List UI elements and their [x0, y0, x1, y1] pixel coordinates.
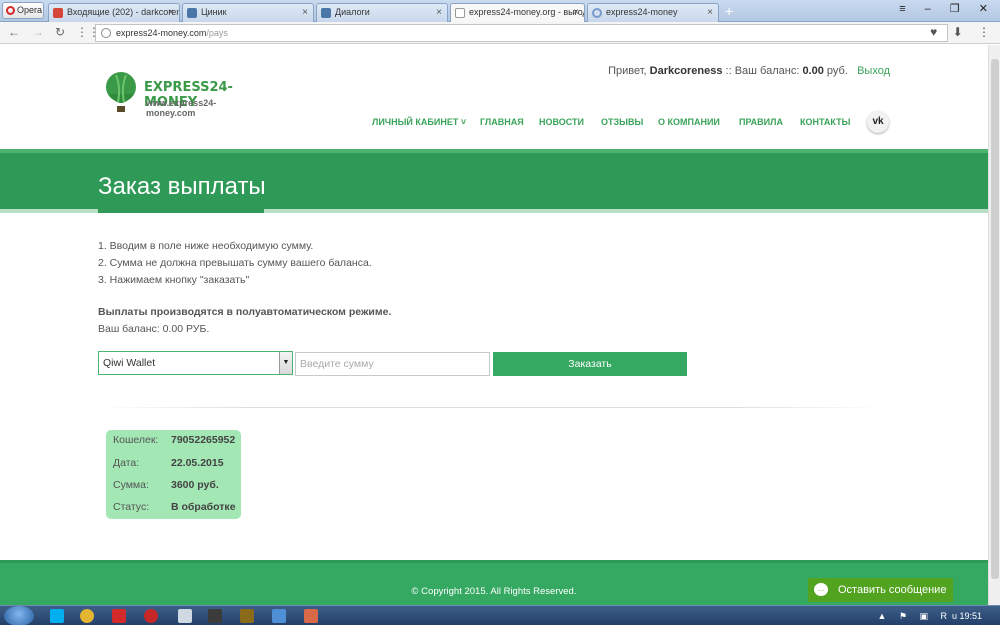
user-info: Привет, Darkcoreness :: Ваш баланс: 0.00… [608, 65, 890, 77]
payout-value: В обработке [171, 501, 236, 513]
page-title-banner: Заказ выплаты [0, 149, 988, 209]
opera-menu-button[interactable]: Opera [2, 2, 44, 19]
opera-menu-label: Opera [17, 5, 43, 15]
forward-arrow-icon[interactable]: → [32, 25, 44, 39]
browser-tab-cynic[interactable]: Циник × [182, 3, 314, 22]
order-button[interactable]: Заказать [493, 352, 687, 376]
site-logo[interactable]: EXPRESS24-MONEY www.express24-money.com [104, 72, 264, 118]
nav-item-rules[interactable]: ПРАВИЛА [739, 117, 783, 127]
wallet-selected-value: Qiwi Wallet [103, 357, 156, 369]
app-icon[interactable] [208, 609, 222, 623]
username: Darkcoreness [649, 65, 723, 77]
nav-item-news[interactable]: НОВОСТИ [539, 117, 584, 127]
url-path: /pays [206, 28, 228, 38]
instructions-list: 1. Вводим в поле ниже необходимую сумму.… [98, 238, 372, 289]
instruction-step: 3. Нажимаем кнопку "заказать" [98, 274, 250, 286]
tab-label: Циник [201, 7, 227, 17]
nav-item-contacts[interactable]: КОНТАКТЫ [800, 117, 850, 127]
vk-favicon-icon [187, 8, 197, 18]
start-button[interactable] [4, 606, 34, 625]
taskbar-clock[interactable]: 19:51 [959, 611, 982, 621]
balance-currency: руб. [826, 65, 848, 77]
separator: :: [725, 65, 732, 77]
browser-tab-express-org[interactable]: express24-money.org - выгодно × [450, 3, 585, 22]
opera-logo-icon [6, 6, 15, 15]
payout-key: Кошелек: [113, 434, 159, 446]
close-icon[interactable]: × [436, 4, 442, 21]
website: EXPRESS24-MONEY www.express24-money.com … [0, 45, 988, 605]
dropdown-arrow-icon[interactable]: ▼ [279, 352, 292, 374]
browser-action-icons[interactable]: ♥ ⬇ ⋮ [930, 25, 996, 39]
nav-item-home[interactable]: ГЛАВНАЯ [480, 117, 524, 127]
close-icon[interactable]: × [573, 4, 579, 21]
reload-icon[interactable]: ↻ [55, 25, 65, 39]
logout-link[interactable]: Выход [857, 65, 890, 77]
vk-favicon-icon [321, 8, 331, 18]
tab-label: express24-money.org - выгодно [469, 7, 585, 17]
chrome-icon[interactable] [80, 609, 94, 623]
skype-icon[interactable] [50, 609, 64, 623]
close-icon[interactable]: × [168, 4, 174, 21]
tab-label: Входящие (202) - darkcoreness [67, 7, 180, 17]
instruction-step: 2. Сумма не должна превышать сумму вашег… [98, 257, 372, 269]
app-icon[interactable] [272, 609, 286, 623]
amount-input[interactable] [295, 352, 490, 376]
browser-tab-gmail[interactable]: Входящие (202) - darkcoreness × [48, 3, 180, 22]
browser-tab-express-money[interactable]: express24-money × [587, 3, 719, 22]
browser-address-bar: ← → ↻ ⋮⋮ express24-money.com/pays ♥ ⬇ ⋮ [0, 22, 1000, 44]
gmail-icon [53, 8, 63, 18]
wallet-select[interactable]: Qiwi Wallet ▼ [98, 351, 293, 375]
payout-card: Кошелек: 79052265952 Дата: 22.05.2015 Су… [106, 430, 241, 519]
yandex-icon[interactable] [112, 609, 126, 623]
app-icon[interactable] [240, 609, 254, 623]
back-arrow-icon[interactable]: ← [8, 25, 20, 39]
scrollbar-thumb[interactable] [991, 59, 999, 579]
leave-message-button[interactable]: … Оставить сообщение [808, 578, 953, 602]
payout-key: Сумма: [113, 479, 149, 491]
nav-item-cabinet[interactable]: ЛИЧНЫЙ КАБИНЕТ ˅ [372, 117, 466, 127]
close-icon[interactable]: × [302, 4, 308, 21]
chat-bubble-icon: … [814, 583, 828, 596]
url-host: express24-money.com [116, 28, 207, 38]
logo-url: www.express24-money.com [146, 98, 217, 118]
url-field[interactable]: express24-money.com/pays [95, 24, 948, 42]
payout-mode-note: Выплаты производятся в полуавтоматическо… [98, 306, 392, 318]
nav-item-reviews[interactable]: ОТЗЫВЫ [601, 117, 643, 127]
document-icon[interactable] [178, 609, 192, 623]
payout-key: Статус: [113, 501, 150, 513]
page-scrollbar[interactable] [988, 45, 1000, 605]
nav-item-about[interactable]: О КОМПАНИИ [658, 117, 720, 127]
payout-key: Дата: [113, 457, 140, 469]
balance-value: 0.00 [802, 65, 824, 77]
payout-value: 79052265952 [171, 434, 236, 446]
browser-tab-dialogs[interactable]: Диалоги × [316, 3, 448, 22]
page-favicon-icon [455, 8, 465, 18]
section-divider [98, 407, 883, 408]
page-title: Заказ выплаты [98, 173, 266, 200]
tab-label: express24-money [606, 7, 678, 17]
instruction-step: 1. Вводим в поле ниже необходимую сумму. [98, 240, 314, 252]
opera-taskbar-icon[interactable] [144, 609, 158, 623]
window-controls[interactable]: ≡ – ❐ ✕ [899, 2, 996, 15]
payout-value: 22.05.2015 [171, 457, 224, 469]
payout-value: 3600 руб. [171, 479, 219, 491]
new-tab-icon[interactable]: + [725, 3, 733, 19]
chat-label: Оставить сообщение [838, 584, 947, 596]
windows-taskbar: ▲ ⚑ ▣ Ru 19:51 [0, 605, 1000, 625]
banner-underline [0, 209, 988, 213]
balloon-logo-icon [106, 72, 136, 112]
vk-social-icon[interactable]: vk [867, 111, 889, 133]
title-accent-bar [98, 209, 264, 213]
balance-note: Ваш баланс: 0.00 РУБ. [98, 323, 210, 335]
loading-spinner-icon [592, 8, 602, 18]
tab-label: Диалоги [335, 7, 370, 17]
globe-icon [101, 28, 111, 38]
app-icon[interactable] [304, 609, 318, 623]
close-icon[interactable]: × [707, 4, 713, 21]
browser-tab-strip: Opera Входящие (202) - darkcoreness × Ци… [0, 0, 1000, 22]
greeting: Привет, [608, 65, 647, 77]
system-tray[interactable]: ▲ ⚑ ▣ Ru [878, 611, 963, 622]
balance-label: Ваш баланс: [734, 65, 800, 77]
